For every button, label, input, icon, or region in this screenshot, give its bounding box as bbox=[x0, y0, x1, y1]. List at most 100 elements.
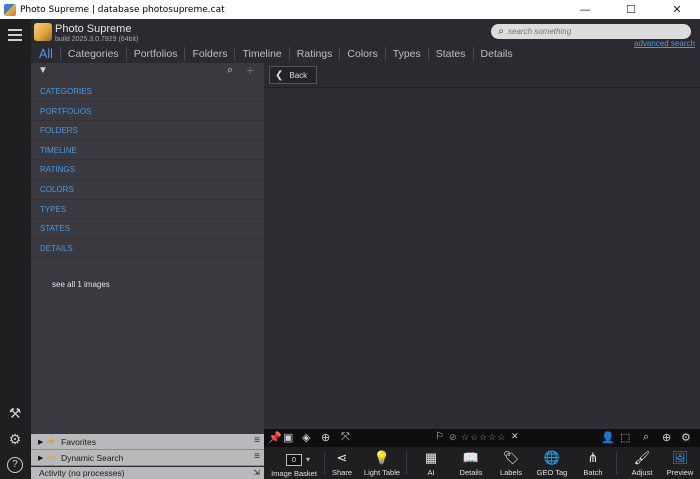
category-list: CATEGORIES PORTFOLIOS FOLDERS TIMELINE R… bbox=[31, 82, 264, 259]
add-to-collection-icon[interactable]: ⊕ bbox=[321, 431, 330, 444]
tab-types[interactable]: Types bbox=[386, 47, 429, 61]
batch-icon: ⋔ bbox=[587, 450, 599, 465]
details-label: Details bbox=[459, 468, 483, 477]
tab-portfolios[interactable]: Portfolios bbox=[127, 47, 186, 61]
list-item-states[interactable]: STATES bbox=[31, 219, 264, 239]
bookmark-icon[interactable]: ⚐ bbox=[435, 431, 444, 442]
separator bbox=[406, 451, 407, 475]
close-button[interactable]: ✕ bbox=[654, 0, 700, 19]
catalog-tabs: All Categories Portfolios Folders Timeli… bbox=[31, 45, 520, 63]
tab-ratings[interactable]: Ratings bbox=[290, 47, 341, 61]
details-button[interactable]: 📖 Details bbox=[456, 450, 486, 478]
content-toolbar: ❮ Back bbox=[264, 63, 700, 87]
dynamic-search-section[interactable]: ▶ ▭ Dynamic Search ≡ bbox=[31, 450, 264, 466]
back-label: Back bbox=[289, 70, 308, 80]
expand-arrow-icon: ▶ bbox=[38, 438, 44, 446]
details-book-icon: 📖 bbox=[462, 450, 480, 465]
globe-icon: 🌐 bbox=[543, 450, 561, 465]
left-rail: ⚒ ⚙ ? bbox=[0, 19, 31, 479]
separator bbox=[324, 451, 325, 475]
app-name: Photo Supreme bbox=[55, 23, 132, 35]
activity-expand-icon[interactable]: ⇲ bbox=[253, 467, 260, 479]
tab-details[interactable]: Details bbox=[474, 47, 520, 61]
select-area-icon[interactable]: ⬚ bbox=[620, 431, 630, 444]
adjust-button[interactable]: 🖌 Adjust bbox=[626, 450, 658, 478]
pin-icon[interactable]: 📌 bbox=[268, 431, 282, 444]
image-grid-area[interactable] bbox=[264, 87, 700, 429]
tab-categories[interactable]: Categories bbox=[61, 47, 127, 61]
activity-bar[interactable]: Activity (no processes) ⇲ bbox=[31, 467, 264, 479]
section-menu-icon[interactable]: ≡ bbox=[254, 451, 260, 462]
see-all-images-link[interactable]: see all 1 images bbox=[52, 280, 110, 289]
tab-all[interactable]: All bbox=[31, 47, 61, 61]
minimize-button[interactable]: — bbox=[562, 0, 608, 19]
search-icon: ⌕ bbox=[498, 26, 504, 37]
zoom-icon[interactable]: ⌕ bbox=[643, 431, 649, 444]
label-tag-icon: 🏷 bbox=[502, 450, 520, 465]
tab-states[interactable]: States bbox=[429, 47, 474, 61]
list-item-colors[interactable]: COLORS bbox=[31, 180, 264, 200]
expand-arrow-icon: ▶ bbox=[38, 454, 44, 462]
photo-supreme-logo bbox=[34, 23, 52, 41]
ai-button[interactable]: ▦ AI bbox=[419, 450, 443, 478]
window-title: Photo Supreme | database photosupreme.ca… bbox=[20, 4, 225, 15]
back-button[interactable]: ❮ Back bbox=[269, 66, 317, 84]
list-item-ratings[interactable]: RATINGS bbox=[31, 160, 264, 180]
view-settings-gear-icon[interactable]: ⚙ bbox=[681, 431, 691, 444]
labels-button[interactable]: 🏷 Labels bbox=[496, 450, 526, 478]
layers-icon[interactable]: ◈ bbox=[302, 431, 310, 444]
filmstrip-icon[interactable]: ▣ bbox=[283, 431, 293, 444]
advanced-search-link[interactable]: advanced search bbox=[634, 39, 695, 48]
tab-folders[interactable]: Folders bbox=[185, 47, 236, 61]
dynamic-search-label: Dynamic Search bbox=[61, 452, 124, 463]
filter-icon[interactable]: ▼ bbox=[38, 65, 48, 76]
ai-chip-icon: ▦ bbox=[424, 450, 438, 465]
batch-button[interactable]: ⋔ Batch bbox=[578, 450, 608, 478]
preview-button[interactable]: 🖼 Preview bbox=[664, 451, 696, 478]
labels-label: Labels bbox=[499, 468, 523, 477]
fit-screen-icon[interactable]: ⤧ bbox=[341, 431, 350, 444]
panel-search-icon[interactable]: ⌕ bbox=[227, 64, 233, 77]
people-icon[interactable]: 👤 bbox=[601, 431, 615, 444]
image-basket-count[interactable]: 0 bbox=[286, 454, 302, 466]
maximize-button[interactable]: ☐ bbox=[608, 0, 654, 19]
favorites-label: Favorites bbox=[61, 436, 96, 447]
light-table-label: Light Table bbox=[363, 468, 401, 477]
section-menu-icon[interactable]: ≡ bbox=[254, 435, 260, 446]
hamburger-menu-icon[interactable] bbox=[8, 29, 22, 41]
help-icon[interactable]: ? bbox=[7, 457, 23, 473]
rating-stars[interactable]: ⊘ ☆☆☆☆☆ bbox=[449, 432, 506, 443]
share-label: Share bbox=[331, 468, 352, 477]
tab-colors[interactable]: Colors bbox=[340, 47, 386, 61]
list-item-categories[interactable]: CATEGORIES bbox=[31, 82, 264, 102]
adjust-label: Adjust bbox=[631, 468, 653, 477]
list-item-details[interactable]: DETAILS bbox=[31, 239, 264, 259]
add-icon[interactable]: + bbox=[246, 62, 254, 78]
app-build: build 2025.3.0.7929 (64bit) bbox=[55, 36, 139, 43]
list-item-portfolios[interactable]: PORTFOLIOS bbox=[31, 102, 264, 122]
light-table-button[interactable]: 💡 Light Table bbox=[362, 450, 402, 478]
clear-rating-icon[interactable]: ✕ bbox=[511, 431, 519, 442]
favorites-section[interactable]: ▶ ★ Favorites ≡ bbox=[31, 434, 264, 450]
search-box[interactable]: ⌕ bbox=[491, 24, 691, 39]
preview-label: Preview bbox=[666, 468, 694, 477]
tools-icon[interactable]: ⚒ bbox=[7, 405, 23, 421]
star-icon: ★ bbox=[47, 436, 56, 446]
list-item-types[interactable]: TYPES bbox=[31, 200, 264, 220]
app-icon bbox=[4, 3, 16, 16]
basket-dropdown-icon[interactable]: ▾ bbox=[306, 455, 310, 464]
batch-label: Batch bbox=[583, 468, 603, 477]
image-basket-button[interactable]: Image Basket bbox=[270, 469, 318, 478]
light-bulb-icon: 💡 bbox=[373, 450, 391, 465]
chevron-left-icon: ❮ bbox=[275, 69, 284, 81]
list-item-timeline[interactable]: TIMELINE bbox=[31, 141, 264, 161]
list-item-folders[interactable]: FOLDERS bbox=[31, 121, 264, 141]
tab-timeline[interactable]: Timeline bbox=[235, 47, 290, 61]
search-input[interactable] bbox=[508, 27, 678, 36]
geo-tag-button[interactable]: 🌐 GEO Tag bbox=[534, 450, 570, 478]
ai-label: AI bbox=[427, 468, 435, 477]
zoom-in-icon[interactable]: ⊕ bbox=[662, 431, 671, 444]
brush-icon: 🖌 bbox=[633, 450, 651, 465]
share-button[interactable]: ⋖ Share bbox=[328, 451, 356, 478]
settings-gear-icon[interactable]: ⚙ bbox=[7, 431, 23, 447]
